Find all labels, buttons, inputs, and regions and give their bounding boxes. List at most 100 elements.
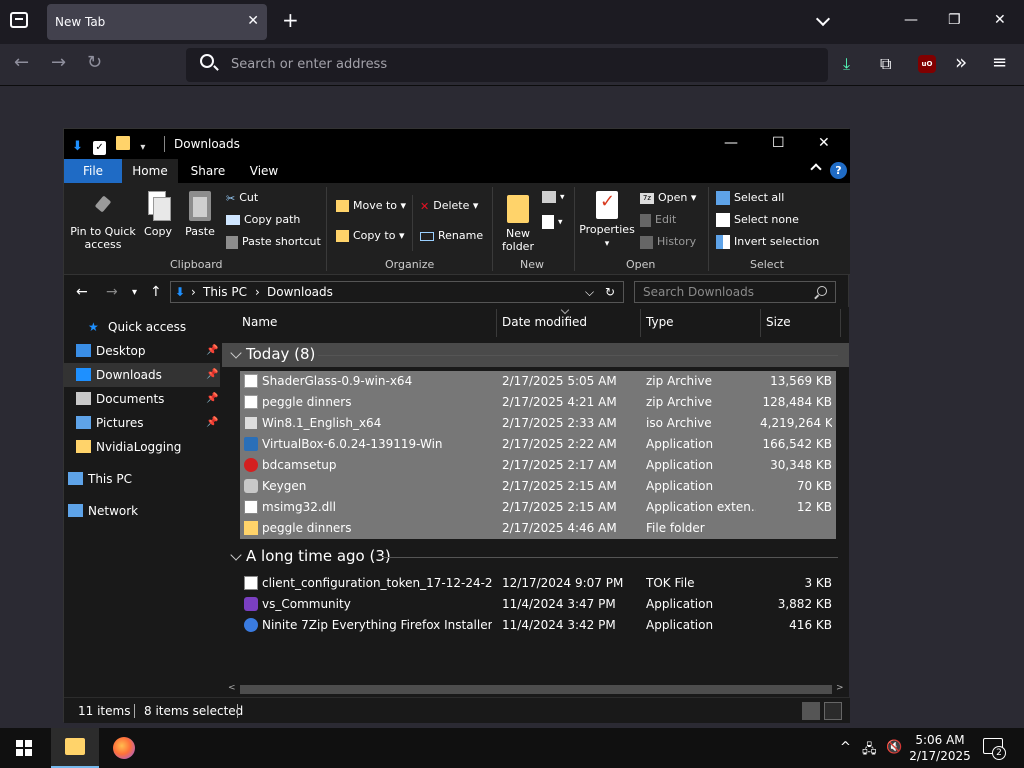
paste-shortcut-button[interactable]: Paste shortcut <box>226 235 321 249</box>
large-icons-view-icon[interactable] <box>824 702 842 720</box>
taskbar-firefox[interactable] <box>100 728 148 768</box>
copy-button[interactable]: Copy <box>140 191 176 238</box>
rename-button[interactable]: Rename <box>420 229 483 242</box>
file-row[interactable]: vs_Community 11/4/2024 3:47 PM Application… <box>240 594 836 615</box>
clock[interactable]: 5:06 AM 2/17/2025 <box>908 732 972 764</box>
search-downloads-input[interactable]: Search Downloads <box>634 281 836 303</box>
extensions-icon[interactable]: ⧉ <box>880 54 891 74</box>
file-row[interactable]: Win8.1_English_x64 2/17/2025 2:33 AM iso A… <box>240 413 836 434</box>
copy-to-button[interactable]: Copy to ▾ <box>336 229 404 242</box>
volume-muted-icon[interactable]: 🔇 <box>886 740 902 755</box>
history-button[interactable]: History <box>640 235 696 249</box>
scroll-right-icon[interactable]: > <box>836 683 844 693</box>
file-row[interactable]: ShaderGlass-0.9-win-x64 2/17/2025 5:05 AM… <box>240 371 836 392</box>
show-hidden-icons-icon[interactable]: ^ <box>840 740 851 755</box>
properties-button[interactable]: Properties▾ <box>578 191 636 251</box>
collapse-group-icon[interactable] <box>230 549 242 561</box>
scroll-left-icon[interactable]: < <box>228 683 236 693</box>
list-all-tabs-icon[interactable] <box>815 11 831 27</box>
refresh-icon[interactable]: ↻ <box>605 285 615 299</box>
back-button[interactable]: ← <box>14 52 29 73</box>
group-header[interactable]: A long time ago (3) <box>222 545 849 569</box>
collapse-ribbon-icon[interactable] <box>810 163 822 175</box>
tab-view[interactable]: View <box>238 159 290 183</box>
explorer-close-button[interactable]: ✕ <box>818 135 830 151</box>
file-row[interactable]: peggle dinners 2/17/2025 4:21 AM zip Archi… <box>240 392 836 413</box>
explorer-back-button[interactable]: ← <box>76 284 88 300</box>
horizontal-scrollbar[interactable]: < > <box>222 681 849 697</box>
tab-share[interactable]: Share <box>182 159 234 183</box>
nav-item-downloads[interactable]: Downloads 📌 <box>64 363 220 387</box>
select-none-button[interactable]: Select none <box>716 213 799 227</box>
file-row[interactable]: bdcamsetup 2/17/2025 2:17 AM Application 30… <box>240 455 836 476</box>
up-button[interactable]: ↑ <box>150 284 162 300</box>
ublock-origin-icon[interactable]: uO <box>918 55 936 73</box>
move-to-button[interactable]: Move to ▾ <box>336 199 406 212</box>
file-row[interactable]: Keygen 2/17/2025 2:15 AM Application 70 KB <box>240 476 836 497</box>
explorer-forward-button[interactable]: → <box>106 284 118 300</box>
file-row[interactable]: client_configuration_token_17-12-24-21-.… <box>240 573 836 594</box>
url-bar[interactable]: Search or enter address <box>186 48 828 82</box>
copy-path-button[interactable]: Copy path <box>226 213 300 226</box>
tab-list-icon[interactable] <box>10 12 28 28</box>
reload-button[interactable]: ↻ <box>87 52 102 73</box>
tab-home[interactable]: Home <box>122 159 178 183</box>
explorer-maximize-button[interactable]: ☐ <box>772 135 785 151</box>
close-button[interactable]: ✕ <box>994 12 1006 28</box>
explorer-minimize-button[interactable]: — <box>724 135 738 151</box>
column-type[interactable]: Type <box>646 315 674 329</box>
customize-qat-icon[interactable]: ▾ <box>140 142 145 153</box>
delete-button[interactable]: ✕ Delete ▾ <box>420 199 478 213</box>
scrollbar-thumb[interactable] <box>240 685 832 694</box>
nav-item-documents[interactable]: Documents 📌 <box>64 387 220 411</box>
tab-new-tab[interactable]: New Tab ✕ <box>47 4 267 40</box>
breadcrumb-downloads[interactable]: Downloads <box>267 285 333 299</box>
nav-item-pictures[interactable]: Pictures 📌 <box>64 411 220 435</box>
properties-qat-icon[interactable]: ✓ <box>93 141 107 155</box>
open-button[interactable]: 7z Open ▾ <box>640 191 696 204</box>
file-row[interactable]: msimg32.dll 2/17/2025 2:15 AM Application … <box>240 497 836 518</box>
invert-selection-button[interactable]: Invert selection <box>716 235 819 249</box>
forward-button[interactable]: → <box>51 52 66 73</box>
file-row[interactable]: VirtualBox-6.0.24-139119-Win 2/17/2025 2:… <box>240 434 836 455</box>
minimize-button[interactable]: — <box>904 12 918 28</box>
taskbar-file-explorer[interactable] <box>51 728 99 768</box>
overflow-menu-icon[interactable]: » <box>955 50 967 74</box>
pin-to-quick-access-button[interactable]: Pin to Quick access <box>70 195 136 251</box>
breadcrumb-this-pc[interactable]: This PC <box>203 285 247 299</box>
address-dropdown-icon[interactable]: ⌵ <box>585 285 594 300</box>
address-bar[interactable]: ⬇ › This PC › Downloads ⌵ ↻ <box>170 281 624 303</box>
help-icon[interactable]: ? <box>830 162 847 179</box>
file-explorer-icon <box>65 738 85 755</box>
tab-close-icon[interactable]: ✕ <box>247 13 259 29</box>
tab-file[interactable]: File <box>64 159 122 183</box>
network-tray-icon[interactable]: 🖧 <box>862 740 877 762</box>
maximize-button[interactable]: ❐ <box>948 12 961 28</box>
column-name[interactable]: Name <box>242 315 277 329</box>
easy-access-button[interactable]: ▾ <box>542 215 563 229</box>
file-row[interactable]: Ninite 7Zip Everything Firefox Installer… <box>240 615 836 636</box>
windows-start-icon[interactable] <box>16 740 32 756</box>
column-size[interactable]: Size <box>766 315 791 329</box>
group-header[interactable]: Today (8) <box>222 343 849 367</box>
cut-button[interactable]: ✂ Cut <box>226 191 258 205</box>
hamburger-menu-icon[interactable]: ≡ <box>992 52 1007 73</box>
new-folder-button[interactable]: New folder <box>496 195 540 253</box>
downloads-icon[interactable]: ⤓ <box>843 54 850 74</box>
new-item-button[interactable]: ▾ <box>542 191 565 203</box>
new-folder-qat-icon[interactable] <box>116 136 131 150</box>
recent-locations-button[interactable]: ▾ <box>132 287 137 298</box>
nav-item-nvidialogging[interactable]: NvidiaLogging <box>64 435 220 459</box>
file-row[interactable]: peggle dinners 2/17/2025 4:46 AM File fold… <box>240 518 836 539</box>
new-tab-button[interactable]: + <box>282 8 299 32</box>
paste-button[interactable]: Paste <box>182 191 218 238</box>
select-all-button[interactable]: Select all <box>716 191 784 205</box>
column-date-modified[interactable]: Date modified <box>502 315 587 329</box>
collapse-group-icon[interactable] <box>230 347 242 359</box>
nav-item-quick-access[interactable]: ★ Quick access <box>64 315 220 339</box>
nav-item-this-pc[interactable]: This PC <box>64 467 220 491</box>
details-view-icon[interactable] <box>802 702 820 720</box>
edit-button[interactable]: Edit <box>640 213 676 227</box>
nav-item-network[interactable]: Network <box>64 499 220 523</box>
nav-item-desktop[interactable]: Desktop 📌 <box>64 339 220 363</box>
